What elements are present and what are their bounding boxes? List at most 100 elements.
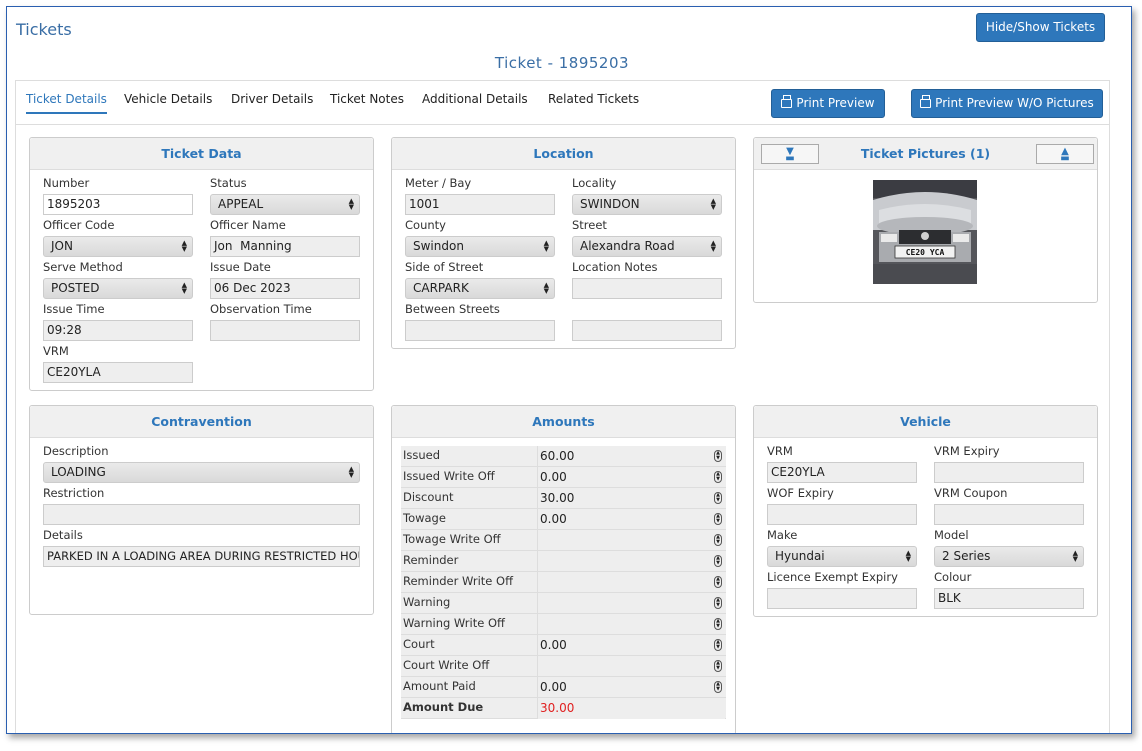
tab-ticket-notes[interactable]: Ticket Notes (330, 92, 404, 106)
amount-value: 60.00 (540, 449, 575, 463)
vrm-expiry-field[interactable] (934, 462, 1084, 483)
ticket-photo-thumbnail[interactable]: CE20 YCA (873, 180, 977, 284)
print-preview-button[interactable]: Print Preview (771, 89, 885, 118)
amount-label: Towage Write Off (403, 532, 501, 546)
status-select[interactable]: APPEAL ▲ ▼ (210, 194, 360, 215)
vrm-label: VRM (43, 344, 69, 358)
amount-input[interactable]: 0.00 ▲ ▼ (537, 467, 725, 488)
location-notes-label: Location Notes (572, 260, 658, 274)
car-photo: CE20 YCA (873, 180, 977, 284)
spinner-icon[interactable]: ▲ ▼ (714, 660, 722, 672)
amount-input[interactable]: 0.00 ▲ ▼ (537, 635, 725, 656)
details-field[interactable]: PARKED IN A LOADING AREA DURING RESTRICT… (43, 546, 360, 567)
amount-row: Amount Paid 0.00 ▲ ▼ (401, 677, 726, 698)
vehicle-vrm-field[interactable]: CE20YLA (767, 462, 917, 483)
print-preview-without-pictures-button[interactable]: Print Preview W/O Pictures (911, 89, 1103, 118)
amount-input[interactable]: 0.00 ▲ ▼ (537, 677, 725, 698)
spinner-icon[interactable]: ▲ ▼ (714, 492, 722, 504)
issue-date-field[interactable]: 06 Dec 2023 (210, 278, 360, 299)
ticket-heading: Ticket - 1895203 (494, 54, 630, 72)
amount-input[interactable]: ▲ ▼ (537, 593, 725, 614)
locality-select[interactable]: SWINDON ▲ ▼ (572, 194, 722, 215)
upload-picture-button[interactable]: ▲ ▬ (1036, 144, 1094, 164)
spinner-icon[interactable]: ▲ ▼ (714, 618, 722, 630)
panel-title: Location (392, 138, 735, 170)
officer-name-label: Officer Name (210, 218, 286, 232)
spinner-icon[interactable]: ▲ ▼ (714, 681, 722, 693)
amount-value: 0.00 (540, 512, 567, 526)
description-label: Description (43, 444, 109, 458)
select-arrows-icon: ▲ ▼ (710, 197, 716, 211)
amount-due-row: Amount Due 30.00 (401, 698, 726, 719)
side-of-street-label: Side of Street (405, 260, 484, 274)
serve-method-select[interactable]: POSTED ▲ ▼ (43, 278, 193, 299)
location-notes-field[interactable] (572, 278, 722, 299)
street-select[interactable]: Alexandra Road ▲ ▼ (572, 236, 722, 257)
vrm-coupon-field[interactable] (934, 504, 1084, 525)
tab-additional-details[interactable]: Additional Details (422, 92, 528, 106)
amount-input[interactable]: ▲ ▼ (537, 572, 725, 593)
county-select[interactable]: Swindon ▲ ▼ (405, 236, 555, 257)
tab-driver-details[interactable]: Driver Details (231, 92, 313, 106)
description-select[interactable]: LOADING ▲ ▼ (43, 462, 360, 483)
spinner-icon[interactable]: ▲ ▼ (714, 597, 722, 609)
locality-label: Locality (572, 176, 617, 190)
spinner-icon[interactable]: ▲ ▼ (714, 471, 722, 483)
hide-show-tickets-button[interactable]: Hide/Show Tickets (976, 13, 1105, 42)
officer-name-field[interactable]: Jon Manning (210, 236, 360, 257)
officer-code-select[interactable]: JON ▲ ▼ (43, 236, 193, 257)
restriction-field[interactable] (43, 504, 360, 525)
spinner-icon[interactable]: ▲ ▼ (714, 450, 722, 462)
amount-input[interactable]: 0.00 ▲ ▼ (537, 509, 725, 530)
select-arrows-icon: ▲ ▼ (348, 465, 354, 479)
amount-label: Warning Write Off (403, 616, 505, 630)
model-select[interactable]: 2 Series ▲ ▼ (934, 546, 1084, 567)
panel-title: Contravention (30, 406, 373, 438)
issue-time-label: Issue Time (43, 302, 105, 316)
number-field[interactable]: 1895203 (43, 194, 193, 215)
restriction-label: Restriction (43, 486, 105, 500)
vrm-field[interactable]: CE20YLA (43, 362, 193, 383)
meter-bay-field[interactable]: 1001 (405, 194, 555, 215)
spinner-icon[interactable]: ▲ ▼ (714, 576, 722, 588)
download-picture-button[interactable]: ▼ ▬ (761, 144, 819, 164)
wof-expiry-field[interactable] (767, 504, 917, 525)
spinner-icon[interactable]: ▲ ▼ (714, 534, 722, 546)
side-of-street-select[interactable]: CARPARK ▲ ▼ (405, 278, 555, 299)
amount-value: 0.00 (540, 680, 567, 694)
amount-input[interactable]: ▲ ▼ (537, 614, 725, 635)
download-icon: ▼ ▬ (785, 146, 795, 164)
tab-bar: Ticket Details Vehicle Details Driver De… (16, 81, 1109, 125)
spinner-icon[interactable]: ▲ ▼ (714, 639, 722, 651)
amount-label: Issued Write Off (403, 469, 495, 483)
amount-input[interactable]: ▲ ▼ (537, 656, 725, 677)
amount-value: 0.00 (540, 638, 567, 652)
tab-ticket-details[interactable]: Ticket Details (26, 92, 107, 114)
observation-time-field[interactable] (210, 320, 360, 341)
spinner-icon[interactable]: ▲ ▼ (714, 555, 722, 567)
vrm-expiry-label: VRM Expiry (934, 444, 1000, 458)
select-arrows-icon: ▲ ▼ (348, 197, 354, 211)
amount-label: Court (403, 637, 435, 651)
amount-input[interactable]: 60.00 ▲ ▼ (537, 446, 725, 467)
amount-input[interactable]: 30.00 ▲ ▼ (537, 488, 725, 509)
tab-related-tickets[interactable]: Related Tickets (548, 92, 639, 106)
amount-row: Reminder Write Off ▲ ▼ (401, 572, 726, 593)
between-streets-field-1[interactable] (405, 320, 555, 341)
licence-exempt-expiry-field[interactable] (767, 588, 917, 609)
amount-input[interactable]: ▲ ▼ (537, 530, 725, 551)
between-streets-field-2[interactable] (572, 320, 722, 341)
licence-exempt-expiry-label: Licence Exempt Expiry (767, 570, 898, 584)
panel-title: Ticket Data (30, 138, 373, 170)
spinner-icon[interactable]: ▲ ▼ (714, 513, 722, 525)
tab-vehicle-details[interactable]: Vehicle Details (124, 92, 212, 106)
location-panel: Location Meter / Bay 1001 Locality SWIND… (391, 137, 736, 349)
amount-due-value: 30.00 (537, 698, 725, 719)
amount-label: Warning (403, 595, 451, 609)
wof-expiry-label: WOF Expiry (767, 486, 834, 500)
issue-time-field[interactable]: 09:28 (43, 320, 193, 341)
colour-field[interactable]: BLK (934, 588, 1084, 609)
amount-row: Court Write Off ▲ ▼ (401, 656, 726, 677)
make-select[interactable]: Hyundai ▲ ▼ (767, 546, 917, 567)
amount-input[interactable]: ▲ ▼ (537, 551, 725, 572)
